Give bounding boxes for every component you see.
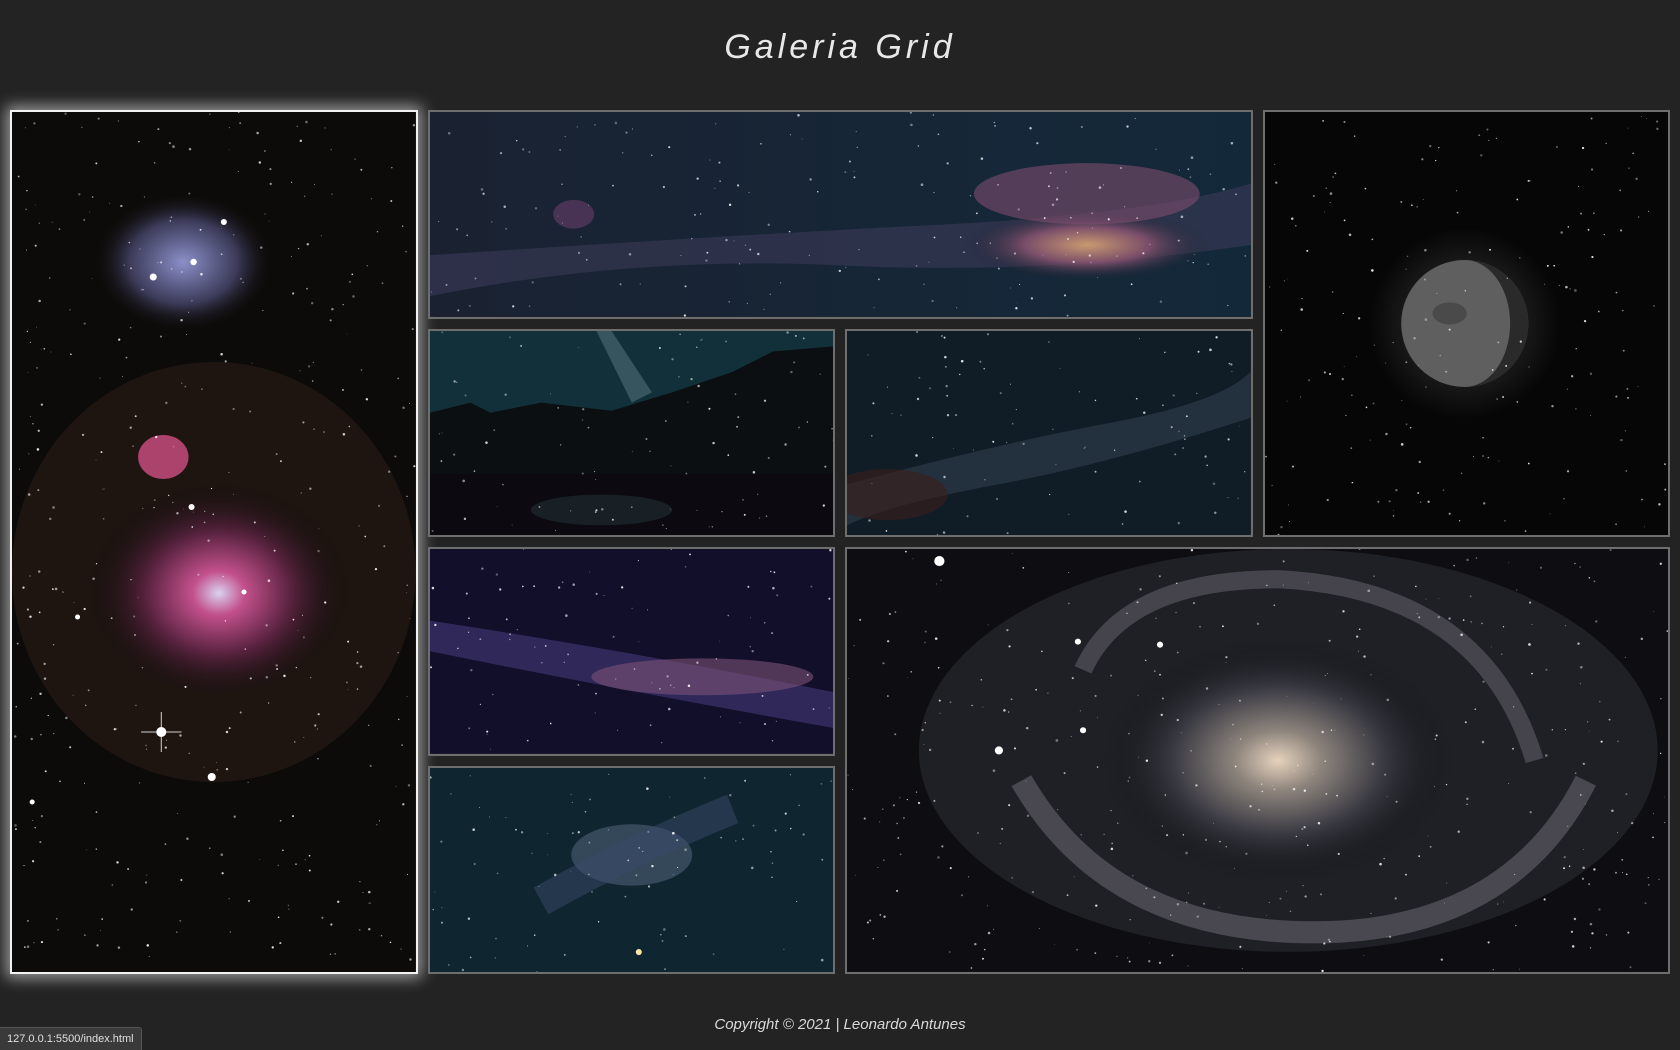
gallery-image-purple-milky-way[interactable] (427, 547, 835, 756)
gallery-image-spiral-galaxy[interactable] (845, 547, 1670, 974)
gallery-image-milky-way-starfield[interactable] (845, 328, 1253, 537)
milky-way-panorama-image (429, 112, 1251, 317)
page-title: Galeria Grid (724, 28, 956, 66)
gallery-image-orion-nebula[interactable] (10, 110, 418, 974)
gallery-image-moon[interactable] (1262, 110, 1670, 537)
orion-nebula-image (12, 112, 416, 972)
browser-status-url: 127.0.0.1:5500/index.html (0, 1027, 142, 1050)
gallery-image-forest-lake[interactable] (427, 328, 835, 537)
moon-image (1264, 112, 1668, 535)
milky-way-starfield-image (847, 330, 1251, 535)
teal-sky-image (429, 767, 833, 972)
gallery-image-milky-way-panorama[interactable] (427, 110, 1253, 319)
spiral-galaxy-image (847, 549, 1668, 972)
gallery-image-teal-sky[interactable] (427, 765, 835, 974)
copyright-footer: Copyright © 2021 | Leonardo Antunes (714, 1016, 966, 1033)
forest-lake-image (429, 330, 833, 535)
purple-milky-way-image (429, 549, 833, 754)
gallery-grid (10, 110, 1670, 974)
